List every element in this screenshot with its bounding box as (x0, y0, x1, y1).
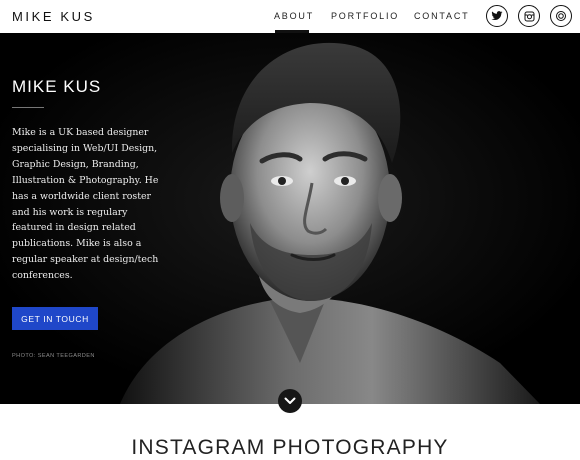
main-nav: ABOUT PORTFOLIO CONTACT (274, 0, 484, 33)
photo-credit: PHOTO: SEAN TEEGARDEN (12, 353, 95, 359)
social-links (486, 5, 572, 27)
chevron-down-icon (284, 392, 296, 410)
twitter-icon[interactable] (486, 5, 508, 27)
site-header: MIKE KUS ABOUT PORTFOLIO CONTACT (0, 0, 580, 33)
get-in-touch-button[interactable]: GET IN TOUCH (12, 307, 98, 330)
nav-portfolio[interactable]: PORTFOLIO (331, 0, 414, 33)
bio-text: Mike is a UK based designer specialising… (12, 127, 159, 282)
nav-contact[interactable]: CONTACT (414, 0, 484, 33)
hero-title: MIKE KUS (12, 77, 102, 96)
instagram-icon[interactable] (518, 5, 540, 27)
scroll-down-button[interactable] (278, 389, 302, 413)
site-logo[interactable]: MIKE KUS (12, 9, 95, 24)
title-divider (12, 107, 44, 108)
instagram-section-title: INSTAGRAM PHOTOGRAPHY (131, 436, 449, 459)
dribbble-icon[interactable] (550, 5, 572, 27)
hero-section: MIKE KUS Mike is a UK based designer spe… (0, 33, 580, 404)
nav-about[interactable]: ABOUT (274, 0, 331, 33)
